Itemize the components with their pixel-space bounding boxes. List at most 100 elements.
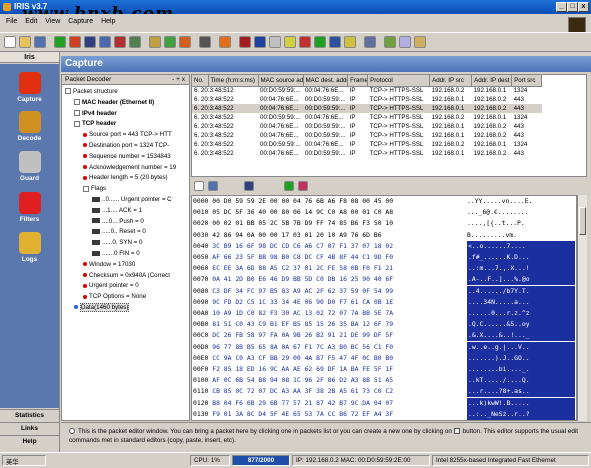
tree-node[interactable]: Source port = 443 TCP-> HTT <box>83 131 172 139</box>
send-multiple-icon[interactable] <box>298 181 308 191</box>
hex-line[interactable]: 0020 00 02 01 BB 05 2C 5B 7B D9 FF 74 85… <box>193 218 393 229</box>
table-row[interactable]: 6. 20:3:48:522 00:04:76:6E... 00:D0:59:59:… <box>192 104 542 113</box>
hex-bytes[interactable]: 0A 41 2D B0 E6 46 D9 BB 5D C0 DB 16 25 9… <box>212 275 393 283</box>
grid-icon[interactable] <box>84 36 96 48</box>
hex-line[interactable]: 0040 3C B9 16 6F 98 DC CD C6 A6 C7 07 F1… <box>193 241 393 252</box>
scrollbar-thumb[interactable] <box>579 207 586 235</box>
tree-node[interactable]: MAC header (Ethernet II) <box>74 99 154 107</box>
nav-filters[interactable]: Filters <box>0 192 59 223</box>
hex-scrollbar[interactable] <box>577 195 587 421</box>
expand-icon[interactable] <box>74 120 80 127</box>
tree-node[interactable]: ..0...... Urgent pointer = C <box>92 196 172 204</box>
clock-icon[interactable] <box>284 36 296 48</box>
hex-ascii[interactable]: ..._6@.€........ <box>467 207 529 218</box>
hex-ascii[interactable]: ......0...r.z.^z <box>467 308 575 319</box>
column-header[interactable]: Protocol <box>367 75 431 87</box>
column-header[interactable]: Frame <box>347 75 369 87</box>
play-icon[interactable] <box>54 36 66 48</box>
hex-ascii[interactable]: .f#_......K.D... <box>467 252 575 263</box>
settings-icon[interactable] <box>364 36 376 48</box>
expand-icon[interactable] <box>74 99 80 106</box>
hex-ascii[interactable]: .A-..F..]...%.@o <box>467 274 575 286</box>
alarm-icon[interactable] <box>179 36 191 48</box>
hex-editor[interactable]: 0000 00 D0 59 59 2E 00 00 04 76 6B A6 F8… <box>191 195 577 421</box>
hex-line[interactable]: 0010 05 DC 5F 36 40 00 80 06 14 9C C0 A8… <box>193 207 393 218</box>
tree-node[interactable]: Data(1460 bytes) <box>74 303 130 312</box>
decode-tool-icon[interactable] <box>99 36 111 48</box>
hex-line[interactable]: 0000 00 D0 59 59 2E 00 00 04 76 6B A6 F8… <box>193 196 393 207</box>
tree-node[interactable]: Destination port = 1324 TCP- <box>83 142 169 150</box>
hex-line[interactable]: 0080 C3 DF 34 FC 97 B5 83 A9 AC 2F 62 37… <box>193 286 393 297</box>
shield-icon[interactable] <box>269 36 281 48</box>
expand-icon[interactable] <box>74 109 80 116</box>
hex-line[interactable]: 00D0 96 77 8B B5 65 8A 0A 67 F1 7C A3 B0… <box>193 342 393 353</box>
nav-statistics[interactable]: Statistics <box>0 409 59 422</box>
minimize-button[interactable]: _ <box>556 2 567 12</box>
tree-node[interactable]: Flags <box>83 185 106 193</box>
tree-node[interactable]: Header length = 5 (20 bytes) <box>83 174 168 182</box>
hex-ascii[interactable]: .......).J..GO.. <box>467 352 575 364</box>
nav-logs[interactable]: Logs <box>0 232 59 263</box>
hex-ascii[interactable]: ..:m...7.,.X...! <box>467 263 575 275</box>
table-row[interactable]: 6. 20:3:48:522 00:04:76:6E... 00:D0:59:59:… <box>192 122 542 131</box>
column-header[interactable]: Addr. IP dest <box>471 75 513 87</box>
new-packet-icon[interactable] <box>194 181 204 191</box>
hex-ascii[interactable]: ..:.._NeSz..r..? <box>467 408 575 420</box>
hex-bytes[interactable]: C3 DF 34 FC 97 B5 83 A9 AC 2F 62 37 59 0… <box>212 287 393 295</box>
hex-ascii[interactable]: ..YY.....vn....E. <box>467 196 532 207</box>
new-icon[interactable] <box>4 36 16 48</box>
column-header[interactable]: No. <box>192 75 209 87</box>
tree-node[interactable]: Acknowledgement number = 19 <box>83 164 176 172</box>
hex-bytes[interactable]: B8 04 F6 6B 29 6B 77 57 21 87 42 B7 9C D… <box>212 399 393 407</box>
tree-node[interactable]: ...1.... ACK = 1 <box>92 207 142 215</box>
stats-icon[interactable] <box>164 36 176 48</box>
menu-file[interactable]: File <box>6 18 17 25</box>
save-packet-icon[interactable] <box>208 181 218 191</box>
hex-ascii[interactable]: .w..e..g.|...V.. <box>467 341 575 353</box>
column-header[interactable]: MAC dest. addr <box>303 75 349 87</box>
binoculars-icon[interactable] <box>199 36 211 48</box>
table-row[interactable]: 6. 20:3:48:522 00:04:76:6E... 00:D0:59:59:… <box>192 95 542 104</box>
table-row[interactable]: 6. 20:3:48:522 00:04:76:6E... 00:D0:59:59:… <box>192 131 542 140</box>
tree-node[interactable]: .......0 FIN = 0 <box>92 250 140 258</box>
hex-bytes[interactable]: AF 66 23 5F BB 98 B0 C8 DC CF 4B 8F 44 C… <box>212 253 393 261</box>
hex-ascii[interactable]: ...r....?8+.as.. <box>467 386 575 398</box>
hex-line[interactable]: 0060 EC EE 3A 6D 88 A5 C2 37 01 2C FE 58… <box>193 263 393 274</box>
menu-help[interactable]: Help <box>101 18 115 25</box>
nav-capture[interactable]: Capture <box>0 72 59 103</box>
hex-line[interactable]: 0110 CB 85 0C 72 07 DC A3 AA 3F 38 2B A5… <box>193 386 393 397</box>
hex-bytes[interactable]: 05 DC 5F 36 40 00 80 06 14 9C C0 A8 00 0… <box>212 208 393 216</box>
nav-decode[interactable]: Decode <box>0 111 59 142</box>
hex-line[interactable]: 00B0 81 51 C0 43 C9 B1 EF B5 85 15 26 35… <box>193 319 393 330</box>
hex-bytes[interactable]: 3C B9 16 6F 98 DC CD C6 A6 C7 07 F1 37 0… <box>212 242 393 250</box>
hex-ascii[interactable]: ....,[{..t...P. <box>467 218 525 229</box>
menu-capture[interactable]: Capture <box>68 18 93 25</box>
search-icon[interactable] <box>384 36 396 48</box>
table-row[interactable]: 6. 20:3:48:522 00:D0:59:59:... 00:04:76:6E… <box>192 113 542 122</box>
hex-line[interactable]: 0050 AF 66 23 5F BB 98 B0 C8 DC CF 4B 8F… <box>193 252 393 263</box>
alert-icon[interactable] <box>299 36 311 48</box>
column-header[interactable]: Time (h:m:s:ms) <box>208 75 259 87</box>
gear-icon[interactable] <box>219 36 231 48</box>
target-icon[interactable] <box>254 36 266 48</box>
hex-bytes[interactable]: 9C FD D2 C5 1C 33 34 4E 06 90 D0 F7 61 C… <box>212 298 393 306</box>
tree-node[interactable]: Sequence number = 1534843 <box>83 153 171 161</box>
tree-node[interactable]: ......0. SYN = 0 <box>92 239 142 247</box>
expand-icon[interactable] <box>83 185 89 192</box>
menu-edit[interactable]: Edit <box>25 18 37 25</box>
hex-bytes[interactable]: 96 77 8B B5 65 8A 0A 67 F1 7C A3 B0 BC 5… <box>212 343 393 351</box>
tree-node[interactable]: Packet structure <box>65 88 118 96</box>
hex-line[interactable]: 0090 9C FD D2 C5 1C 33 34 4E 06 90 D0 F7… <box>193 297 393 308</box>
maximize-button[interactable]: □ <box>567 2 578 12</box>
hex-ascii[interactable]: ..4....../b7Y.T. <box>467 285 575 297</box>
hex-ascii[interactable]: .Q.C......&5..oy <box>467 319 575 331</box>
hex-bytes[interactable]: F2 85 18 ED 16 9C AA AE 62 69 DF 1A BA F… <box>212 365 393 373</box>
column-header[interactable]: Addr. IP src <box>429 75 473 87</box>
tree-node[interactable]: IPv4 header <box>74 110 117 118</box>
hex-ascii[interactable]: .&.X....&..!..._ <box>467 330 575 342</box>
hex-ascii[interactable]: B.........vm. <box>467 230 517 241</box>
hex-bytes[interactable]: 00 D0 59 59 2E 00 00 04 76 6B A6 F8 08 0… <box>212 197 393 205</box>
chart-icon[interactable] <box>149 36 161 48</box>
hex-bytes[interactable]: 81 51 C0 43 C9 B1 EF B5 85 15 26 35 BA 1… <box>212 320 393 328</box>
hex-ascii[interactable]: <..o......7.... <box>467 240 575 252</box>
